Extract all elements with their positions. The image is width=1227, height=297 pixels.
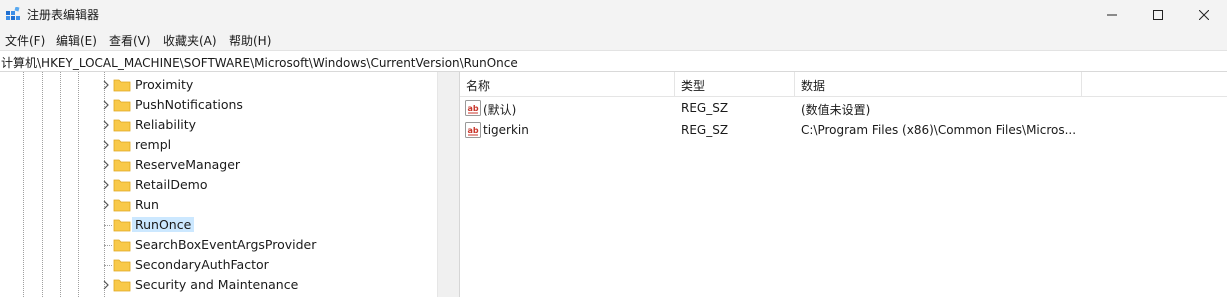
string-value-icon: ab — [465, 122, 481, 138]
address-bar[interactable]: 计算机\HKEY_LOCAL_MACHINE\SOFTWARE\Microsof… — [0, 50, 1227, 72]
column-header-name[interactable]: 名称 — [460, 72, 675, 97]
value-data: C:\Program Files (x86)\Common Files\Micr… — [801, 123, 1077, 137]
svg-text:ab: ab — [467, 126, 478, 135]
menu-help[interactable]: 帮助(H) — [229, 32, 271, 49]
chevron-right-icon[interactable] — [100, 179, 112, 191]
svg-text:ab: ab — [467, 104, 478, 113]
chevron-right-icon[interactable] — [100, 99, 112, 111]
tree-item-label: Proximity — [135, 77, 194, 92]
window-title: 注册表编辑器 — [27, 8, 100, 22]
column-type-label: 类型 — [681, 79, 706, 93]
tree-item-secondaryauthfactor[interactable]: SecondaryAuthFactor — [0, 255, 436, 275]
tree-item-runonce[interactable]: RunOnce — [0, 215, 436, 235]
menu-favorites[interactable]: 收藏夹(A) — [163, 32, 217, 49]
value-name: (默认) — [483, 103, 517, 117]
folder-icon — [113, 159, 131, 172]
folder-icon — [113, 219, 131, 232]
maximize-icon — [1153, 10, 1163, 20]
chevron-right-icon[interactable] — [100, 79, 112, 91]
tree-connector — [104, 225, 112, 226]
tree-item-reliability[interactable]: Reliability — [0, 115, 436, 135]
tree-item-pushnotifications[interactable]: PushNotifications — [0, 95, 436, 115]
menu-view[interactable]: 查看(V) — [109, 32, 151, 49]
column-name-label: 名称 — [466, 79, 491, 93]
key-tree[interactable]: Proximity PushNotifications Reliability … — [0, 72, 456, 297]
folder-icon — [113, 119, 131, 132]
value-data: (数值未设置) — [801, 103, 871, 117]
tree-item-label: SecondaryAuthFactor — [135, 257, 269, 272]
column-data-label: 数据 — [801, 79, 826, 93]
folder-icon — [113, 199, 131, 212]
registry-editor-icon — [6, 7, 20, 20]
maximize-button[interactable] — [1135, 0, 1181, 30]
value-name: tigerkin — [483, 123, 529, 137]
folder-icon — [113, 239, 131, 252]
tree-scrollbar[interactable] — [437, 72, 456, 297]
tree-item-label: Security and Maintenance — [135, 277, 299, 292]
folder-icon — [113, 259, 131, 272]
tree-item-searchboxeventargsprovider[interactable]: SearchBoxEventArgsProvider — [0, 235, 436, 255]
column-header-data[interactable]: 数据 — [795, 72, 1082, 97]
column-header-type[interactable]: 类型 — [675, 72, 795, 97]
tree-item-label: PushNotifications — [135, 97, 243, 112]
value-type: REG_SZ — [681, 123, 729, 137]
tree-item-security-and-maintenance[interactable]: Security and Maintenance — [0, 275, 436, 295]
tree-item-label: RetailDemo — [135, 177, 208, 192]
tree-item-label: SearchBoxEventArgsProvider — [135, 237, 317, 252]
list-header: 名称 类型 数据 — [460, 72, 1227, 97]
folder-icon — [113, 279, 131, 292]
chevron-right-icon[interactable] — [100, 279, 112, 291]
address-path[interactable]: 计算机\HKEY_LOCAL_MACHINE\SOFTWARE\Microsof… — [1, 54, 518, 71]
folder-icon — [113, 139, 131, 152]
chevron-right-icon[interactable] — [100, 159, 112, 171]
chevron-right-icon[interactable] — [100, 139, 112, 151]
tree-item-rempl[interactable]: rempl — [0, 135, 436, 155]
minimize-button[interactable] — [1089, 0, 1135, 30]
tree-item-run[interactable]: Run — [0, 195, 436, 215]
title-bar: 注册表编辑器 — [0, 0, 1227, 30]
tree-connector — [104, 265, 112, 266]
menu-file[interactable]: 文件(F) — [5, 32, 45, 49]
tree-item-label: Reliability — [135, 117, 197, 132]
tree-item-label: ReserveManager — [135, 157, 241, 172]
tree-item-proximity[interactable]: Proximity — [0, 75, 436, 95]
tree-item-label: rempl — [135, 137, 172, 152]
minimize-icon — [1107, 14, 1117, 16]
close-icon — [1199, 10, 1209, 20]
menu-bar: 文件(F) 编辑(E) 查看(V) 收藏夹(A) 帮助(H) — [0, 30, 1227, 50]
values-list[interactable]: 名称 类型 数据 ab (默认) REG_SZ (数值未设置) ab tiger… — [460, 72, 1227, 297]
menu-edit[interactable]: 编辑(E) — [56, 32, 97, 49]
chevron-right-icon[interactable] — [100, 119, 112, 131]
folder-icon — [113, 99, 131, 112]
tree-item-reservemanager[interactable]: ReserveManager — [0, 155, 436, 175]
tree-item-label: RunOnce — [132, 217, 195, 232]
tree-item-label: Run — [135, 197, 159, 212]
tree-item-retaildemo[interactable]: RetailDemo — [0, 175, 436, 195]
tree-connector — [104, 245, 112, 246]
value-row[interactable]: ab tigerkin REG_SZ C:\Program Files (x86… — [460, 120, 1227, 142]
close-button[interactable] — [1181, 0, 1227, 30]
value-type: REG_SZ — [681, 101, 729, 115]
folder-icon — [113, 79, 131, 92]
folder-icon — [113, 179, 131, 192]
string-value-icon: ab — [465, 100, 481, 116]
value-row[interactable]: ab (默认) REG_SZ (数值未设置) — [460, 98, 1227, 120]
chevron-right-icon[interactable] — [100, 199, 112, 211]
